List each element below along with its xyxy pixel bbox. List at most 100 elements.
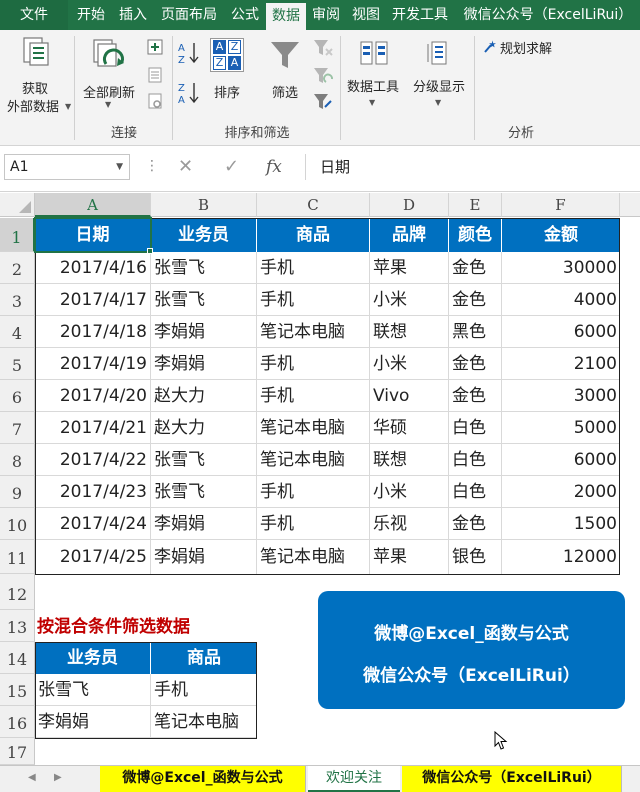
product-cell[interactable]: 笔记本电脑: [257, 540, 370, 575]
row-header-13[interactable]: 13: [0, 610, 35, 642]
row-header-12[interactable]: 12: [0, 574, 35, 610]
confirm-icon[interactable]: ✓: [224, 156, 239, 177]
next-sheet-icon[interactable]: ▶: [54, 772, 62, 783]
product-cell[interactable]: 笔记本电脑: [257, 316, 370, 348]
row-header-14[interactable]: 14: [0, 642, 35, 674]
salesperson-cell[interactable]: 李娟娟: [151, 316, 257, 348]
table-header-salesperson[interactable]: 业务员: [151, 218, 257, 252]
table-header-amount[interactable]: 金额: [502, 218, 620, 252]
date-cell[interactable]: 2017/4/16: [35, 252, 151, 284]
tab-wechat-account[interactable]: 微信公众号（ExcelLiRui）: [456, 0, 640, 30]
color-cell[interactable]: 白色: [449, 412, 502, 444]
brand-cell[interactable]: 苹果: [370, 252, 449, 284]
connections-icon[interactable]: [146, 38, 164, 56]
refresh-all-button[interactable]: 全部刷新 ▼: [78, 34, 140, 118]
criteria-cell[interactable]: 笔记本电脑: [151, 706, 257, 738]
criteria-cell[interactable]: 张雪飞: [35, 674, 151, 706]
select-all-corner[interactable]: [0, 193, 35, 217]
row-header-9[interactable]: 9: [0, 476, 35, 508]
cancel-icon[interactable]: ✕: [178, 156, 193, 177]
salesperson-cell[interactable]: 张雪飞: [151, 252, 257, 284]
salesperson-cell[interactable]: 赵大力: [151, 412, 257, 444]
amount-cell[interactable]: 5000: [502, 412, 620, 444]
advanced-filter-icon[interactable]: [312, 92, 334, 112]
brand-cell[interactable]: 联想: [370, 316, 449, 348]
properties-icon[interactable]: [146, 66, 164, 84]
row-header-17[interactable]: 17: [0, 738, 35, 765]
row-header-10[interactable]: 10: [0, 508, 35, 540]
salesperson-cell[interactable]: 张雪飞: [151, 444, 257, 476]
previous-sheet-icon[interactable]: ◀: [28, 772, 36, 783]
sheet-tab-weibo[interactable]: 微博@Excel_函数与公式: [100, 766, 306, 792]
date-cell[interactable]: 2017/4/19: [35, 348, 151, 380]
edit-links-icon[interactable]: [146, 92, 164, 110]
criteria-cell[interactable]: 手机: [151, 674, 257, 706]
sort-button[interactable]: A Z Z A 排序: [206, 36, 248, 116]
amount-cell[interactable]: 4000: [502, 284, 620, 316]
sheet-tab-wechat[interactable]: 微信公众号（ExcelLiRui）: [402, 766, 622, 792]
column-header-a[interactable]: A: [35, 193, 151, 217]
date-cell[interactable]: 2017/4/21: [35, 412, 151, 444]
color-cell[interactable]: 金色: [449, 508, 502, 540]
column-header-e[interactable]: E: [449, 193, 502, 217]
salesperson-cell[interactable]: 李娟娟: [151, 348, 257, 380]
salesperson-cell[interactable]: 赵大力: [151, 380, 257, 412]
tab-insert[interactable]: 插入: [114, 0, 152, 30]
date-cell[interactable]: 2017/4/18: [35, 316, 151, 348]
product-cell[interactable]: 手机: [257, 348, 370, 380]
row-header-1[interactable]: 1: [0, 218, 35, 252]
brand-cell[interactable]: 小米: [370, 284, 449, 316]
product-cell[interactable]: 手机: [257, 252, 370, 284]
brand-cell[interactable]: 苹果: [370, 540, 449, 575]
amount-cell[interactable]: 3000: [502, 380, 620, 412]
tab-developer[interactable]: 开发工具: [388, 0, 452, 30]
insert-function-button[interactable]: fx: [266, 157, 282, 177]
name-box[interactable]: A1 ▼: [4, 154, 130, 180]
row-header-7[interactable]: 7: [0, 412, 35, 444]
promo-banner[interactable]: 微博@Excel_函数与公式 微信公众号（ExcelLiRui）: [318, 591, 625, 709]
criteria-header-product[interactable]: 商品: [151, 642, 257, 674]
row-header-3[interactable]: 3: [0, 284, 35, 316]
brand-cell[interactable]: Vivo: [370, 380, 449, 412]
column-header-d[interactable]: D: [370, 193, 449, 217]
date-cell[interactable]: 2017/4/24: [35, 508, 151, 540]
data-tools-button[interactable]: 数据工具 ▼: [342, 36, 404, 116]
color-cell[interactable]: 银色: [449, 540, 502, 575]
tab-file[interactable]: 文件: [0, 0, 68, 30]
brand-cell[interactable]: 华硕: [370, 412, 449, 444]
brand-cell[interactable]: 乐视: [370, 508, 449, 540]
color-cell[interactable]: 黑色: [449, 316, 502, 348]
brand-cell[interactable]: 小米: [370, 476, 449, 508]
product-cell[interactable]: 手机: [257, 284, 370, 316]
tab-formulas[interactable]: 公式: [226, 0, 264, 30]
brand-cell[interactable]: 小米: [370, 348, 449, 380]
row-header-4[interactable]: 4: [0, 316, 35, 348]
sort-descending-button[interactable]: Z A: [178, 80, 200, 106]
criteria-cell[interactable]: 李娟娟: [35, 706, 151, 738]
color-cell[interactable]: 金色: [449, 380, 502, 412]
tab-view[interactable]: 视图: [348, 0, 384, 30]
date-cell[interactable]: 2017/4/17: [35, 284, 151, 316]
solver-button[interactable]: 规划求解: [480, 38, 580, 58]
outline-button[interactable]: 分级显示 ▼: [406, 36, 472, 116]
salesperson-cell[interactable]: 李娟娟: [151, 540, 257, 575]
product-cell[interactable]: 手机: [257, 380, 370, 412]
color-cell[interactable]: 白色: [449, 444, 502, 476]
tab-review[interactable]: 审阅: [308, 0, 344, 30]
row-header-2[interactable]: 2: [0, 252, 35, 284]
clear-filter-icon[interactable]: [312, 38, 334, 58]
table-header-date[interactable]: 日期: [35, 218, 151, 252]
amount-cell[interactable]: 30000: [502, 252, 620, 284]
row-header-15[interactable]: 15: [0, 674, 35, 706]
color-cell[interactable]: 金色: [449, 252, 502, 284]
table-header-product[interactable]: 商品: [257, 218, 370, 252]
amount-cell[interactable]: 2000: [502, 476, 620, 508]
formula-input[interactable]: 日期: [305, 154, 635, 180]
fill-handle[interactable]: [147, 248, 153, 254]
filter-button[interactable]: 筛选: [262, 36, 308, 116]
table-header-brand[interactable]: 品牌: [370, 218, 449, 252]
get-external-data-button[interactable]: 获取 外部数据 ▼: [2, 34, 72, 118]
column-header-b[interactable]: B: [151, 193, 257, 217]
date-cell[interactable]: 2017/4/23: [35, 476, 151, 508]
column-header-f[interactable]: F: [502, 193, 620, 217]
